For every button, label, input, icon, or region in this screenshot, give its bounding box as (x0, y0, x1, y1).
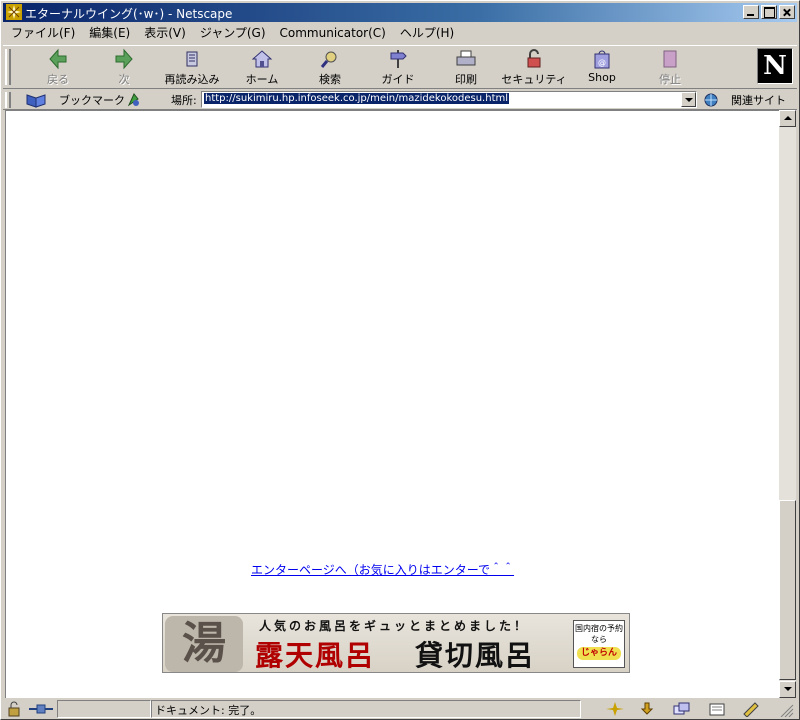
banner-booking-box: 国内宿の予約なら じゃらん (573, 620, 625, 668)
home-button[interactable]: ホーム (229, 48, 295, 88)
netscape-logo-letter: N (763, 51, 787, 81)
title-bar[interactable]: エターナルウイング(･w･) - Netscape (3, 3, 797, 22)
related-sites-button[interactable]: 関連サイト (731, 92, 786, 108)
edit-pen-icon[interactable] (741, 701, 761, 717)
window-title: エターナルウイング(･w･) - Netscape (25, 7, 233, 21)
maximize-button[interactable] (761, 5, 777, 19)
netscape-app-icon (6, 4, 22, 20)
print-button[interactable]: 印刷 (433, 48, 499, 88)
minimize-button[interactable] (743, 5, 759, 19)
reload-label: 再読み込み (164, 73, 220, 86)
location-dropdown-button[interactable] (681, 92, 696, 107)
enter-page-link[interactable]: エンターページへ（お気に入りはエンターで＾＾ (251, 561, 514, 578)
banner-yu-glyph: 湯 (165, 616, 243, 672)
ad-banner[interactable]: 湯 人気のお風呂をギュッとまとめました！ 露天風呂 貸切風呂 国内宿の予約なら … (162, 613, 630, 673)
guide-button[interactable]: ガイド (365, 48, 431, 88)
close-button[interactable] (779, 5, 795, 19)
connection-status-icon (29, 704, 53, 714)
progress-cell (57, 700, 151, 718)
menu-edit[interactable]: 編集(E) (81, 24, 136, 41)
location-url-text[interactable]: http://sukimiru.hp.infoseek.co.jp/mein/m… (204, 93, 510, 104)
netscape-logo[interactable]: N (757, 48, 793, 84)
scroll-thumb[interactable] (779, 500, 796, 680)
banner-headline: 人気のお風呂をギュッとまとめました！ (259, 619, 530, 633)
navigation-toolbar: 戻る 次 再読み込み ホーム 検索 ガイド 印刷 セキュリティ @ Shop 停… (3, 45, 797, 89)
banner-box-text: 国内宿の予約なら (575, 624, 623, 644)
toolbar-grip[interactable] (5, 49, 11, 85)
menu-jump[interactable]: ジャンプ(G) (192, 24, 272, 41)
shop-label: Shop (588, 71, 616, 84)
status-text: ドキュメント: 完了。 (155, 704, 262, 717)
lock-icon (527, 49, 541, 68)
browser-window: エターナルウイング(･w･) - Netscape ファイル(F) 編集(E) … (0, 0, 800, 720)
security-label: セキュリティ (501, 73, 567, 86)
vertical-scrollbar[interactable] (779, 110, 796, 698)
shopping-bag-icon: @ (594, 50, 610, 69)
scroll-down-button[interactable] (779, 681, 796, 698)
page-content: エンターページへ（お気に入りはエンターで＾＾ 湯 人気のお風呂をギュッとまとめま… (5, 110, 779, 698)
page-proxy-icon[interactable] (125, 91, 143, 109)
print-label: 印刷 (455, 73, 477, 86)
reload-icon (186, 51, 198, 67)
forward-button[interactable]: 次 (91, 48, 157, 88)
security-lock-status-icon[interactable] (5, 701, 25, 717)
location-label: 場所: (171, 94, 197, 107)
guide-icon (390, 50, 407, 68)
banner-title-open-air-bath: 露天風呂 (255, 639, 376, 672)
forward-label: 次 (118, 73, 130, 86)
search-button[interactable]: 検索 (297, 48, 363, 88)
navigator-component-icon[interactable] (605, 701, 625, 717)
bookmarks-icon[interactable] (25, 92, 49, 108)
stop-label: 停止 (659, 73, 681, 86)
search-icon (320, 51, 337, 68)
svg-text:@: @ (598, 58, 606, 67)
print-icon (456, 50, 476, 66)
guide-label: ガイド (381, 73, 415, 86)
back-label: 戻る (47, 73, 69, 86)
scroll-up-button[interactable] (779, 110, 796, 127)
menu-file[interactable]: ファイル(F) (3, 24, 81, 41)
resize-grip-icon[interactable] (775, 701, 795, 717)
mail-component-icon[interactable] (637, 701, 657, 717)
stop-icon (663, 50, 677, 68)
status-bar: ドキュメント: 完了。 (3, 699, 797, 719)
banner-title-private-bath: 貸切風呂 (415, 639, 536, 672)
composer-component-icon[interactable] (707, 701, 727, 717)
back-button[interactable]: 戻る (25, 48, 91, 88)
newsgroup-component-icon[interactable] (671, 701, 691, 717)
stop-button[interactable]: 停止 (637, 48, 703, 88)
shop-button[interactable]: @ Shop (569, 48, 635, 88)
search-label: 検索 (319, 73, 341, 86)
back-arrow-icon (49, 48, 67, 70)
reload-button[interactable]: 再読み込み (159, 48, 225, 88)
menu-bar: ファイル(F) 編集(E) 表示(V) ジャンプ(G) Communicator… (3, 23, 797, 42)
security-button[interactable]: セキュリティ (501, 48, 567, 88)
forward-arrow-icon (115, 48, 133, 70)
bookmarks-button[interactable]: ブックマーク (59, 92, 125, 108)
menu-help[interactable]: ヘルプ(H) (392, 24, 460, 41)
menu-view[interactable]: 表示(V) (136, 24, 192, 41)
banner-brand-logo: じゃらん (576, 647, 621, 660)
home-icon (251, 50, 273, 68)
location-grip[interactable] (5, 92, 11, 108)
location-toolbar: ブックマーク 場所: http://sukimiru.hp.infoseek.c… (3, 90, 797, 110)
home-label: ホーム (245, 73, 279, 86)
menu-communicator[interactable]: Communicator(C) (272, 26, 392, 40)
related-sites-icon[interactable] (703, 92, 725, 108)
